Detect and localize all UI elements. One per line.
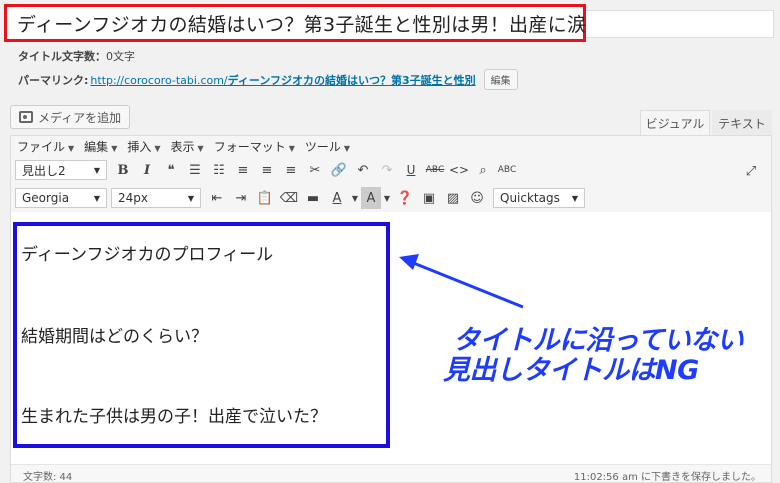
menu-file[interactable]: ファイル ▼ [17,138,74,155]
tab-text[interactable]: テキスト [712,110,772,136]
code-icon[interactable]: <> [447,159,471,181]
bg-color-icon[interactable]: A [361,187,381,209]
menu-edit[interactable]: 編集 ▼ [84,138,117,155]
quicktags-select[interactable]: Quicktags ▼ [493,188,585,208]
media-icon [19,111,33,123]
tab-visual[interactable]: ビジュアル [640,110,710,136]
permalink-row: パーマリンク: http://corocoro-tabi.com/ディーンフジオ… [18,69,518,90]
post-title-text: ディーンフジオカの結婚はいつ？第3子誕生と性別は男！出産に涙？ [17,13,606,36]
image-icon[interactable]: ▨ [441,187,465,209]
blockquote-icon[interactable]: ❝ [159,159,183,181]
menu-view[interactable]: 表示 ▼ [171,138,204,155]
add-media-label: メディアを追加 [38,110,122,125]
link-icon[interactable]: 🔗 [327,159,351,181]
annotation-line2: 見出しタイトルはNG [443,355,699,386]
redo-icon[interactable]: ↷ [375,159,399,181]
menu-tools[interactable]: ツール ▼ [305,138,350,155]
help-icon[interactable]: ❓ [393,187,417,209]
outdent-icon[interactable]: ⇤ [205,187,229,209]
post-title-input[interactable]: ディーンフジオカの結婚はいつ？第3子誕生と性別は男！出産に涙？ [4,4,605,42]
title-char-count: タイトル文字数：0文字 [18,48,135,64]
horizontal-rule-icon[interactable]: ▬ [301,187,325,209]
fullscreen-icon[interactable]: ⤢ [739,160,763,182]
menu-insert[interactable]: 挿入 ▼ [127,138,160,155]
word-count: 文字数: 44 [23,472,73,483]
strikethrough-icon[interactable]: ABC [423,159,447,181]
editor-menubar: ファイル ▼ 編集 ▼ 挿入 ▼ 表示 ▼ フォーマット ▼ ツール ▼ [11,136,771,156]
bold-icon[interactable]: B [111,159,135,181]
editor-content[interactable]: ディーンフジオカのプロフィール 結婚期間はどのくらい？ 生まれた子供は男の子！出… [11,212,771,464]
char-count-label: タイトル文字数： [18,50,106,63]
clear-format-icon[interactable]: ⌫ [277,187,301,209]
binoculars-icon[interactable]: ⌕ [471,159,495,181]
permalink-link[interactable]: http://corocoro-tabi.com/ディーンフジオカの結婚はいつ？… [90,72,475,88]
permalink-label: パーマリンク: [18,73,89,87]
unlink-icon[interactable]: ✂ [303,159,327,181]
edit-permalink-button[interactable]: 編集 [483,69,518,90]
editor-toolbar-row2: Georgia ▼ 24px ▼ ⇤ ⇥ 📋 ⌫ ▬ A ▼ A ▼ ❓ ▣ ▨ ☺… [11,184,771,212]
italic-icon[interactable]: I [135,159,159,181]
text-color-icon[interactable]: A [325,187,349,209]
bg-color-dropdown-icon[interactable]: ▼ [381,187,393,209]
indent-icon[interactable]: ⇥ [229,187,253,209]
align-center-icon[interactable]: ≡ [255,159,279,181]
numbered-list-icon[interactable]: ☷ [207,159,231,181]
permalink-slug: ディーンフジオカの結婚はいつ？第3子誕生と性別 [227,73,476,87]
emoji-icon[interactable]: ☺ [465,187,489,209]
spellcheck-icon[interactable]: ABC [495,159,519,181]
font-size-select[interactable]: 24px ▼ [111,188,201,208]
font-family-select[interactable]: Georgia ▼ [15,188,107,208]
editor: ファイル ▼ 編集 ▼ 挿入 ▼ 表示 ▼ フォーマット ▼ ツール ▼ 見出し2 ▼ B I… [10,135,772,483]
menu-format[interactable]: フォーマット ▼ [214,138,295,155]
align-left-icon[interactable]: ≡ [231,159,255,181]
format-select[interactable]: 見出し2 ▼ [15,160,107,180]
post-title-input-rest[interactable] [586,10,774,38]
video-icon[interactable]: ▣ [417,187,441,209]
editor-status-bar: 文字数: 44 11:02:56 am に下書きを保存しました。 [11,464,771,483]
add-media-button[interactable]: メディアを追加 [10,105,131,129]
autosave-status: 11:02:56 am に下書きを保存しました。 [573,472,761,483]
permalink-base: http://corocoro-tabi.com/ [90,73,228,87]
align-right-icon[interactable]: ≡ [279,159,303,181]
char-count-value: 0文字 [106,50,135,63]
paste-text-icon[interactable]: 📋 [253,187,277,209]
bullet-list-icon[interactable]: ☰ [183,159,207,181]
text-color-dropdown-icon[interactable]: ▼ [349,187,361,209]
undo-icon[interactable]: ↶ [351,159,375,181]
editor-toolbar-row1: 見出し2 ▼ B I ❝ ☰ ☷ ≡ ≡ ≡ ✂ 🔗 ↶ ↷ U ABC <> ⌕… [11,156,771,184]
underline-icon[interactable]: U [399,159,423,181]
